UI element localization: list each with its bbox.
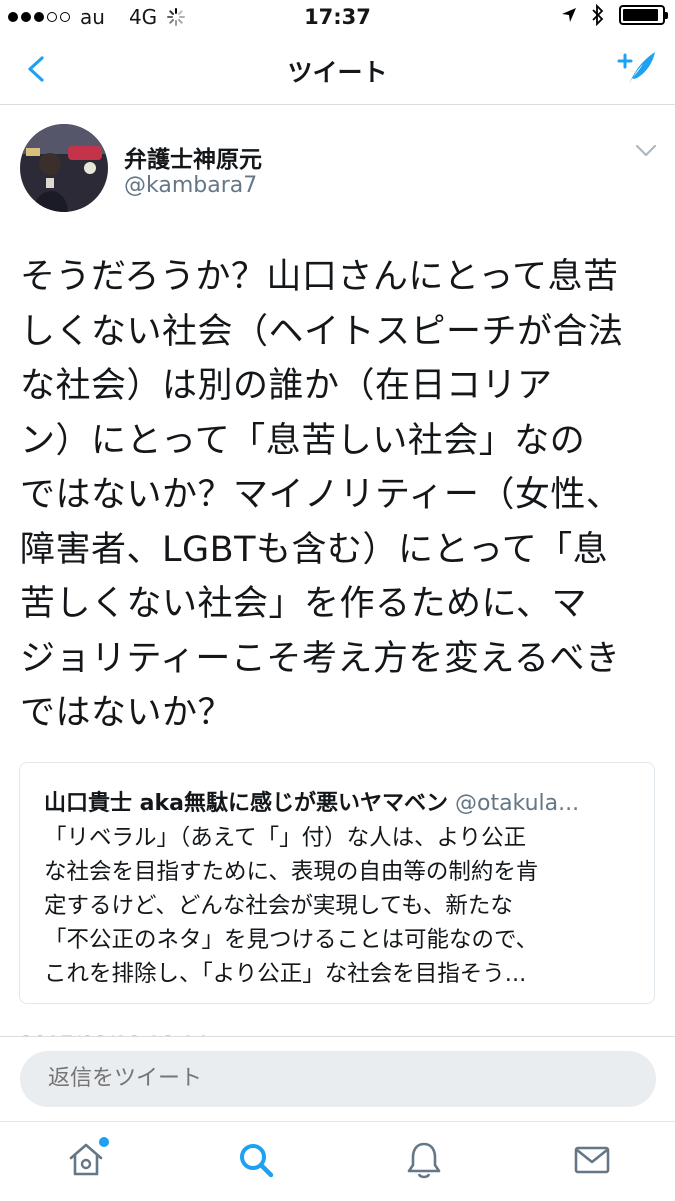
- page-title: ツイート: [287, 58, 388, 87]
- tweet-text-line: 苦しくない社会」を作るために、マ: [20, 584, 587, 624]
- status-bar: au 4G 17:37: [0, 0, 675, 34]
- messages-icon[interactable]: [572, 1140, 612, 1180]
- quoted-author-handle: @otakula...: [454, 791, 580, 816]
- quoted-text-line: 「不公正のネタ」を見つけることは可能なので、: [44, 927, 539, 953]
- tweet-text-line: ではないか？: [20, 693, 234, 733]
- quoted-tweet[interactable]: 山口貴士 aka無駄に感じが悪いヤマベン @otakula... 「リベラル」（…: [19, 762, 655, 1004]
- quoted-author-name: 山口貴士 aka無駄に感じが悪いヤマベン: [44, 791, 448, 816]
- quoted-tweet-text: 「リベラル」（あえて「」付）な人は、より公正 な社会を目指すために、表現の自由等…: [44, 821, 634, 991]
- tweet-text-line: ではないか？マイノリティー（女性、: [20, 475, 622, 515]
- compose-tweet-icon[interactable]: [615, 48, 659, 88]
- tweet-text-line: な社会）は別の誰か（在日コリア: [20, 366, 553, 406]
- navigation-bar: ツイート: [0, 34, 675, 105]
- tweet-text-line: ン）にとって「息苦しい社会」なの: [20, 420, 586, 461]
- notifications-icon[interactable]: [404, 1140, 444, 1180]
- author-name[interactable]: 弁護士神原元: [124, 140, 262, 174]
- tweet-text-line: そうだろうか？山口さんにとって息苦: [20, 257, 619, 297]
- tweet-text-line: ジョリティーこそ考え方を変えるべき: [20, 638, 621, 679]
- reply-bar: [0, 1036, 675, 1121]
- location-arrow-icon: [562, 8, 576, 22]
- notification-dot: [97, 1135, 111, 1149]
- avatar[interactable]: [20, 124, 108, 212]
- quoted-tweet-header: 山口貴士 aka無駄に感じが悪いヤマベン @otakula...: [44, 785, 639, 817]
- quoted-text-line: 定するけど、どんな社会が実現しても、新たな: [44, 893, 513, 919]
- tweet-text-line: 障害者、LGBTも含む）にとって「息: [20, 529, 609, 570]
- tweet-text: そうだろうか？山口さんにとって息苦 しくない社会（ヘイトスピーチが合法 な社会）…: [20, 250, 660, 741]
- quoted-text-line: な社会を目指すために、表現の自由等の制約を肯: [44, 859, 539, 885]
- battery-icon: [619, 5, 668, 25]
- tab-bar: [0, 1121, 675, 1201]
- bluetooth-icon: [592, 4, 604, 26]
- chevron-down-icon[interactable]: [635, 144, 657, 158]
- search-icon[interactable]: [236, 1140, 276, 1180]
- tweet-text-line: しくない社会（ヘイトスピーチが合法: [20, 311, 624, 352]
- quoted-text-line: 「リベラル」（あえて「」付）な人は、より公正: [44, 825, 527, 851]
- quoted-text-line: これを排除し、「より公正」な社会を目指そう...: [44, 961, 527, 987]
- reply-input[interactable]: [20, 1051, 656, 1107]
- author-handle[interactable]: @kambara7: [124, 173, 257, 198]
